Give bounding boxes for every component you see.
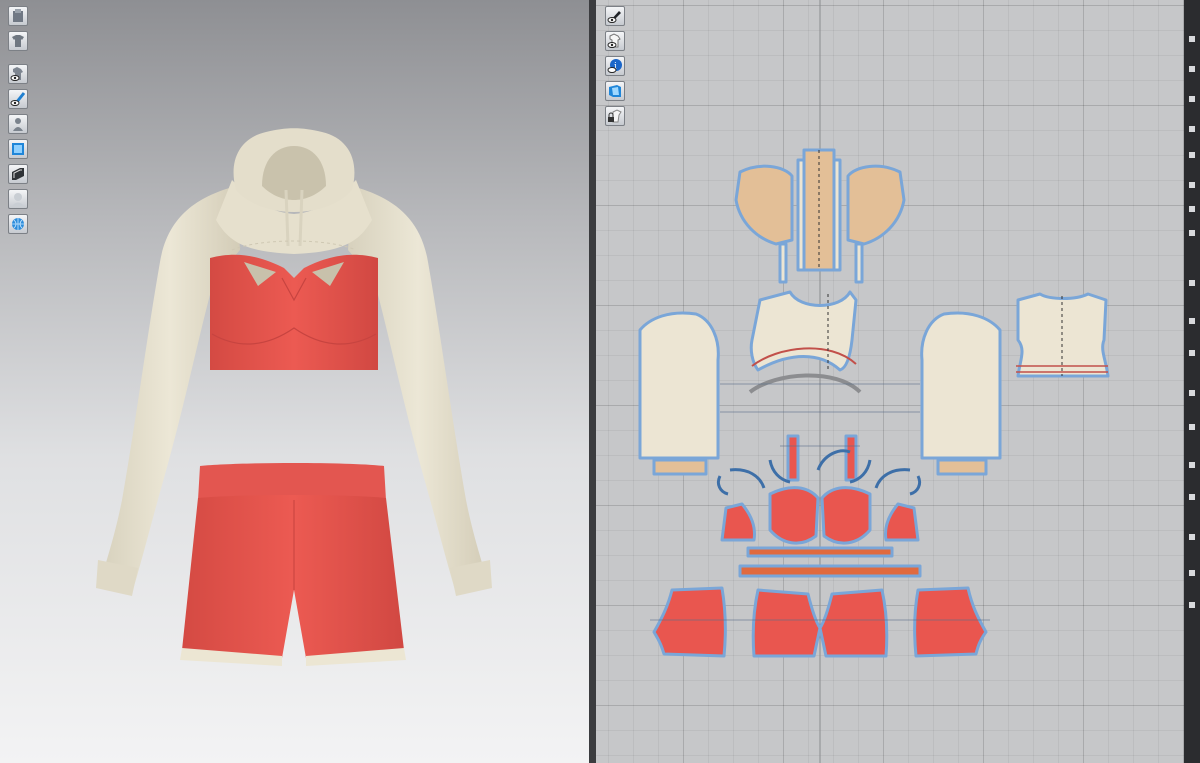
3d-garment-viewport[interactable] [0,0,589,763]
pattern-piece-side-left[interactable] [720,502,756,542]
panel-divider[interactable] [589,0,596,763]
pattern-piece-underband-2[interactable] [738,564,922,578]
right-toolbar-button[interactable] [1189,230,1195,236]
pattern-piece-strap-left[interactable] [786,434,800,482]
pattern-pieces[interactable] [596,0,1184,763]
pattern-piece-hood-left[interactable] [734,164,794,246]
pattern-piece-sleeve-right[interactable] [920,311,1002,460]
lock-icon[interactable] [605,106,625,126]
right-toolbar-button[interactable] [1189,390,1195,396]
pattern-piece-side-right[interactable] [884,502,920,542]
pattern-piece-underband-1[interactable] [746,546,894,558]
right-toolbar-button[interactable] [1189,66,1195,72]
biker-shorts [182,495,404,658]
right-side-toolbar [1184,0,1200,763]
right-toolbar-button[interactable] [1189,126,1195,132]
texture-2d-icon[interactable] [605,81,625,101]
right-toolbar-button[interactable] [1189,462,1195,468]
right-toolbar-button[interactable] [1189,36,1195,42]
right-toolbar-button[interactable] [1189,350,1195,356]
show-garment-2d-icon[interactable] [605,31,625,51]
pen-tool-icon[interactable] [605,6,625,26]
right-toolbar-button[interactable] [1189,152,1195,158]
pattern-piece-cup-right[interactable] [820,486,872,545]
right-toolbar-button[interactable] [1189,318,1195,324]
pattern-piece-sleeve-left[interactable] [638,311,720,460]
pattern-piece-shrug-back[interactable] [1016,292,1110,378]
bralette-top [210,254,378,370]
garment-3d-render[interactable] [0,0,589,763]
right-toolbar-button[interactable] [1189,206,1195,212]
right-toolbar-button[interactable] [1189,96,1195,102]
2d-pattern-viewport[interactable]: i [596,0,1184,763]
pattern-piece-cup-left[interactable] [768,486,820,545]
pattern-piece-shorts-front-left[interactable] [652,586,727,658]
info-icon[interactable]: i [605,56,625,76]
pattern-piece-strap-right[interactable] [844,434,858,482]
2d-toolbar: i [605,6,625,131]
pattern-piece-cuff-left[interactable] [652,458,708,476]
right-toolbar-button[interactable] [1189,602,1195,608]
app-window: i [0,0,1200,763]
pattern-piece-shorts-back-left[interactable] [751,588,822,658]
shorts-waistband [198,463,386,500]
right-toolbar-button[interactable] [1189,494,1195,500]
pattern-piece-shorts-back-right[interactable] [818,588,889,658]
pattern-piece-cuff-right[interactable] [936,458,988,476]
right-toolbar-button[interactable] [1189,182,1195,188]
right-toolbar-button[interactable] [1189,424,1195,430]
right-toolbar-button[interactable] [1189,570,1195,576]
pattern-piece-hood-right[interactable] [846,164,906,246]
right-toolbar-button[interactable] [1189,280,1195,286]
right-toolbar-button[interactable] [1189,534,1195,540]
pattern-piece-shorts-front-right[interactable] [913,586,988,658]
